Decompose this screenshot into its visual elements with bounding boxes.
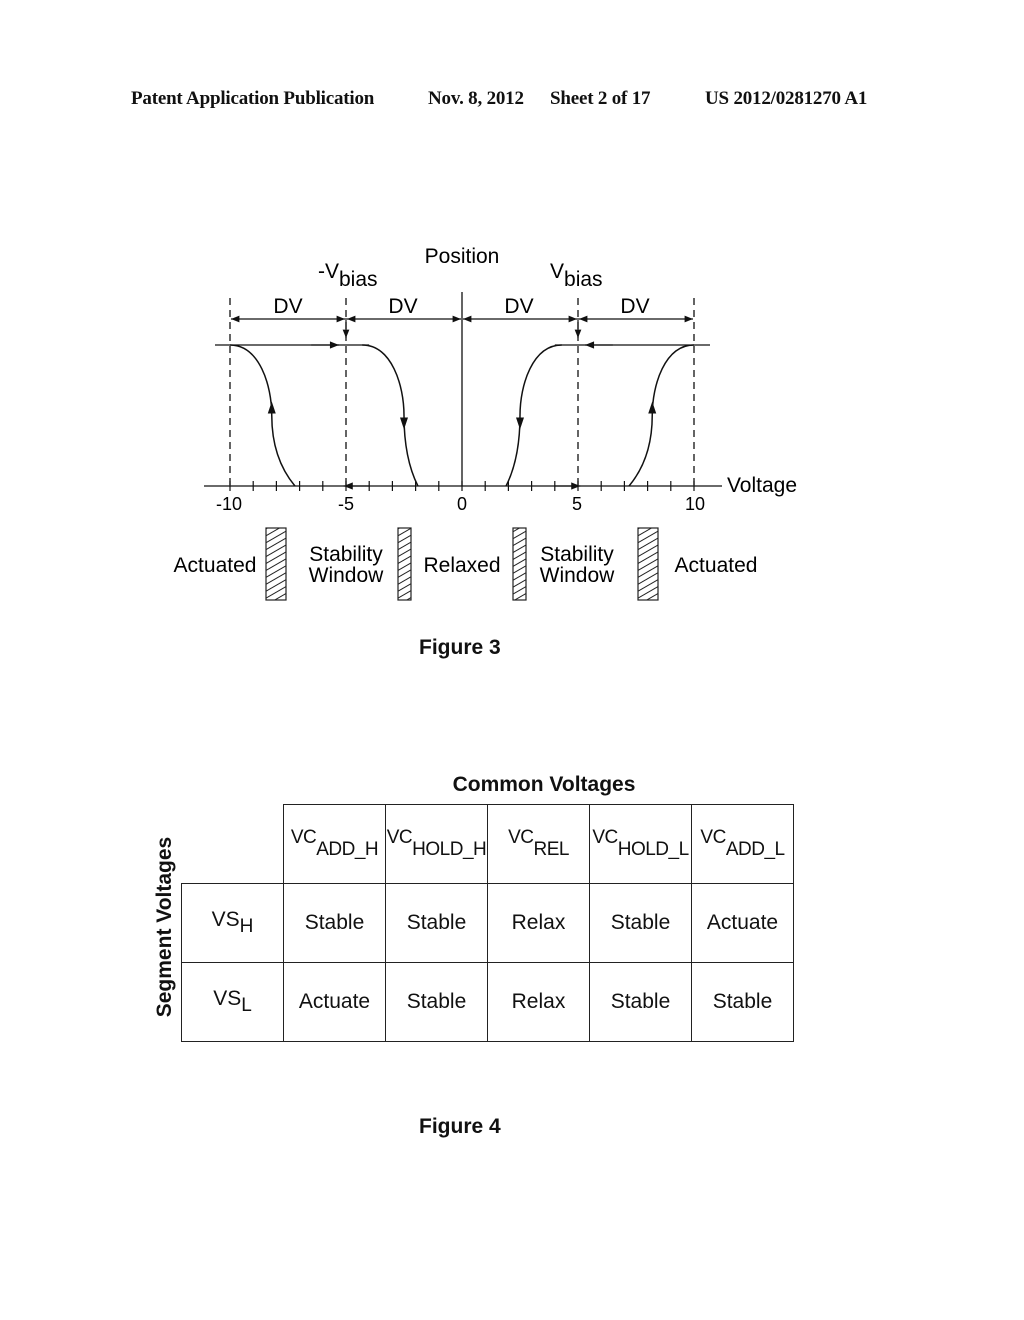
table-row: VSH Stable Stable Relax Stable Actuate — [181, 883, 794, 963]
table-cell: Stable — [283, 883, 386, 963]
table-cell: Stable — [589, 883, 692, 963]
x-tick-label: -10 — [216, 494, 242, 514]
region-label-actuated-right: Actuated — [675, 554, 758, 577]
pos-bias-label: Vbias — [550, 260, 603, 291]
table-cell: Relax — [487, 883, 590, 963]
region-label-relaxed: Relaxed — [423, 554, 500, 577]
region-label-actuated-left: Actuated — [174, 554, 257, 577]
curve-direction-arrow — [516, 417, 524, 430]
curve-direction-arrow — [400, 417, 408, 430]
x-tick-label: 10 — [685, 494, 705, 514]
table-cell: Actuate — [283, 962, 386, 1042]
negative-actuation-curve — [229, 344, 296, 487]
region-label-stability-right: Stability — [540, 543, 614, 566]
table-cell: Stable — [589, 962, 692, 1042]
voltage-state-table: VCADD_H VCHOLD_H VCREL VCHOLD_L VCADD_L … — [181, 804, 794, 1042]
x-tick-label: 0 — [457, 494, 467, 514]
column-header: VCREL — [487, 804, 590, 884]
figure-3-caption: Figure 3 — [419, 636, 501, 659]
negative-release-curve — [362, 344, 419, 487]
column-header: VCHOLD_L — [589, 804, 692, 884]
positive-release-curve — [505, 344, 562, 487]
x-tick-label: -5 — [338, 494, 354, 514]
positive-actuation-curve — [628, 344, 695, 487]
x-axis-label: Voltage — [727, 474, 797, 497]
region-label-stability-left: Window — [309, 564, 385, 587]
column-header: VCADD_L — [691, 804, 794, 884]
table-cell: Stable — [385, 883, 488, 963]
dv-label: DV — [388, 295, 417, 318]
row-axis-label: Segment Voltages — [153, 836, 176, 1018]
table-cell: Actuate — [691, 883, 794, 963]
region-divider-hatch — [397, 527, 412, 601]
table-header-row: VCADD_H VCHOLD_H VCREL VCHOLD_L VCADD_L — [181, 804, 794, 884]
figure-4-caption: Figure 4 — [419, 1115, 501, 1138]
region-label-stability-left: Stability — [309, 543, 383, 566]
column-header: VCADD_H — [283, 804, 386, 884]
region-divider-hatch — [512, 527, 527, 601]
dv-label: DV — [273, 295, 302, 318]
column-header: VCHOLD_H — [385, 804, 488, 884]
row-header: VSH — [181, 883, 284, 963]
table-title: Common Voltages — [452, 773, 636, 796]
row-header: VSL — [181, 962, 284, 1042]
table-corner — [181, 804, 284, 884]
x-tick-label: 5 — [572, 494, 582, 514]
table-cell: Stable — [385, 962, 488, 1042]
table-cell: Stable — [691, 962, 794, 1042]
dv-label: DV — [504, 295, 533, 318]
region-label-stability-right: Window — [540, 564, 616, 587]
curve-direction-arrow — [648, 401, 657, 414]
y-axis-label: Position — [425, 245, 500, 268]
neg-bias-label: -Vbias — [318, 260, 378, 291]
region-divider-hatch — [265, 527, 287, 601]
region-divider-hatch — [637, 527, 659, 601]
dv-label: DV — [620, 295, 649, 318]
figure-3-chart: Position Voltage -Vbias Vbias DV DV DV D… — [174, 245, 797, 601]
curve-direction-arrow — [267, 401, 276, 414]
table-row: VSL Actuate Stable Relax Stable Stable — [181, 962, 794, 1042]
table-cell: Relax — [487, 962, 590, 1042]
